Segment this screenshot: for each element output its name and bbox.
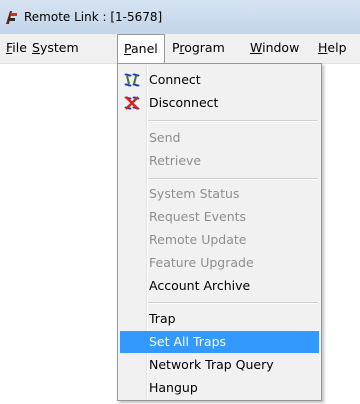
menu-help[interactable]: Help (312, 34, 353, 64)
menu-item-hangup[interactable]: Hangup (120, 377, 319, 399)
menu-item-label: Feature Upgrade (149, 255, 254, 270)
menu-item-connect[interactable]: Connect (120, 69, 319, 91)
menu-item-account-archive[interactable]: Account Archive (120, 275, 319, 297)
menu-item-label: Retrieve (149, 153, 202, 168)
menu-item-retrieve[interactable]: Retrieve (120, 150, 319, 172)
menu-item-label: Disconnect (149, 95, 219, 110)
menu-panel[interactable]: Panel (117, 34, 165, 64)
menu-item-label: Hangup (149, 380, 198, 395)
menu-item-disconnect[interactable]: Disconnect (120, 92, 319, 114)
title-bar[interactable]: Remote Link : [1-5678] (0, 0, 360, 34)
menu-bar: File System Panel Program Window Help (0, 34, 360, 64)
menu-item-label: Set All Traps (149, 334, 227, 349)
menu-separator (148, 120, 318, 122)
menu-item-label: Remote Update (149, 232, 247, 247)
menu-item-label: Send (149, 130, 181, 145)
menu-item-feature-upgrade[interactable]: Feature Upgrade (120, 252, 319, 274)
menu-item-request-events[interactable]: Request Events (120, 206, 319, 228)
menu-item-label: Network Trap Query (149, 357, 274, 372)
menu-item-label: Connect (149, 72, 201, 87)
window-title: Remote Link : [1-5678] (24, 10, 163, 24)
menu-item-system-status[interactable]: System Status (120, 183, 319, 205)
menu-item-label: Request Events (149, 209, 247, 224)
menu-item-network-trap-query[interactable]: Network Trap Query (120, 354, 319, 376)
menu-system[interactable]: System (26, 34, 85, 64)
menu-item-remote-update[interactable]: Remote Update (120, 229, 319, 251)
menu-item-send[interactable]: Send (120, 127, 319, 149)
menu-item-label: Trap (149, 311, 176, 326)
menu-separator (148, 178, 318, 180)
menu-item-set-all-traps[interactable]: Set All Traps (120, 331, 319, 353)
menu-item-label: System Status (149, 186, 240, 201)
disconnect-icon (124, 96, 140, 110)
app-icon (6, 11, 17, 24)
menu-program[interactable]: Program (166, 34, 231, 64)
menu-item-label: Account Archive (149, 278, 251, 293)
connect-icon (124, 73, 140, 87)
menu-item-trap[interactable]: Trap (120, 308, 319, 330)
menu-window[interactable]: Window (244, 34, 305, 64)
menu-separator (148, 302, 318, 304)
panel-dropdown-menu: Connect Disconnect Send Retrieve System … (117, 63, 322, 401)
